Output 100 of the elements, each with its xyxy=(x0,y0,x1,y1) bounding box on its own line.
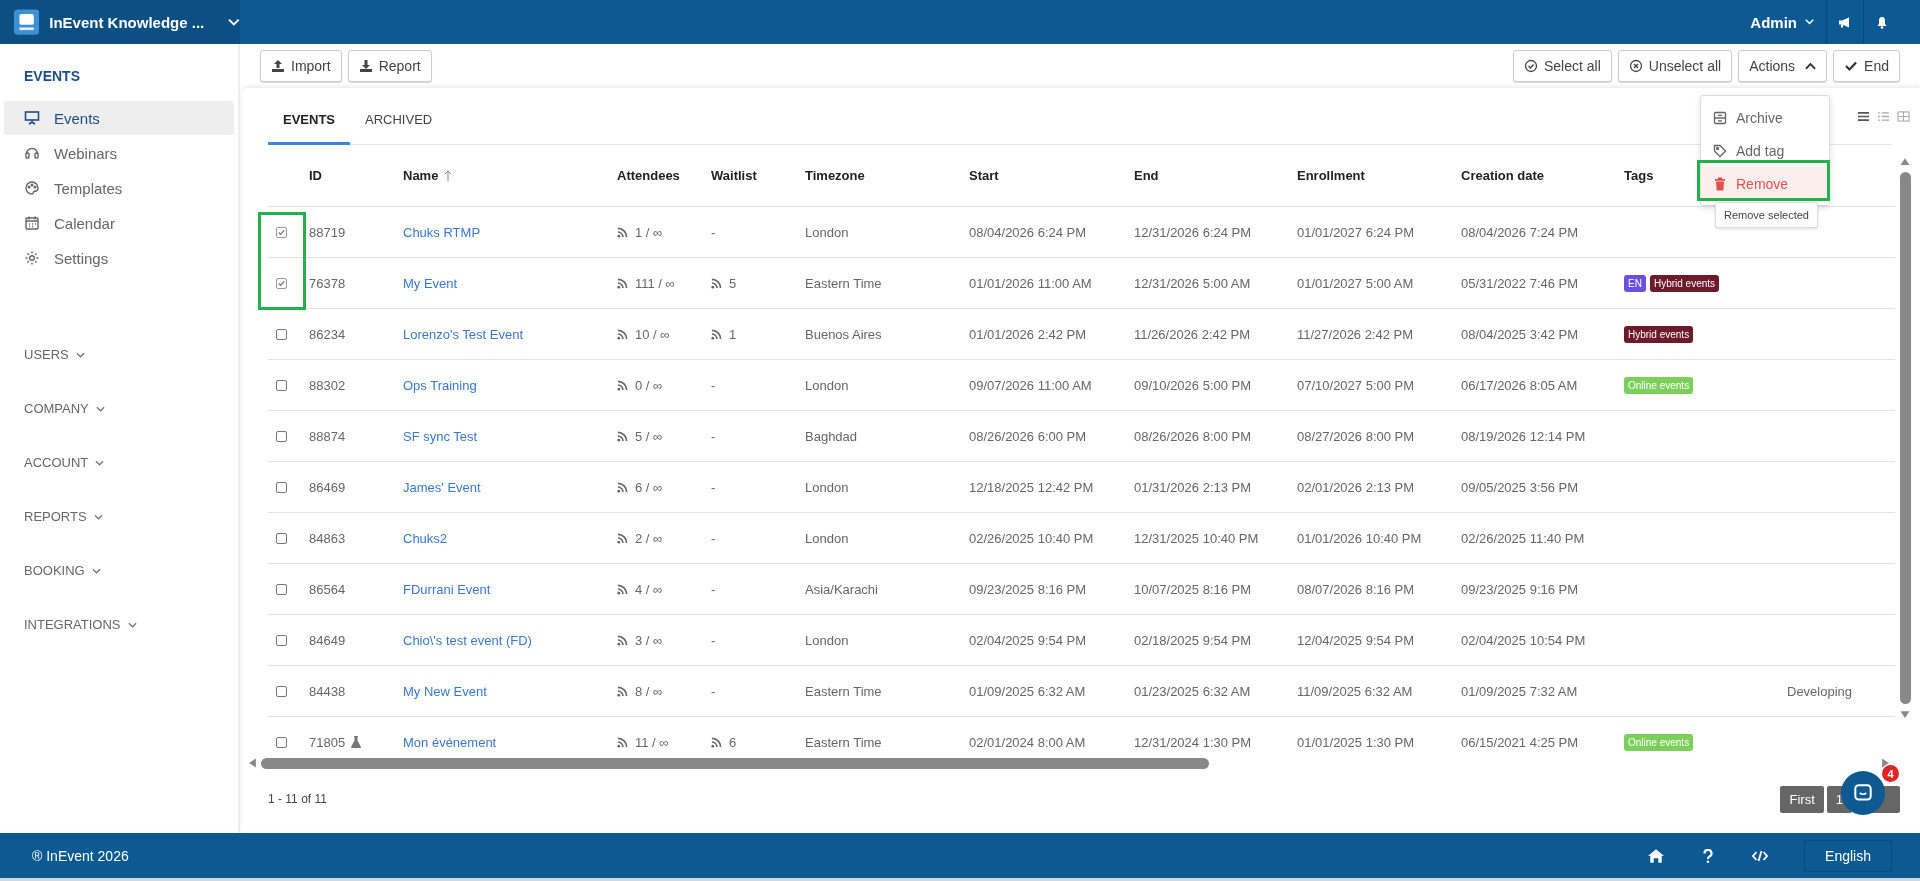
event-name-link[interactable]: SF sync Test xyxy=(403,428,478,444)
row-checkbox[interactable] xyxy=(276,634,287,646)
code-icon[interactable] xyxy=(1752,848,1769,863)
scroll-left-icon[interactable] xyxy=(248,757,257,769)
chevron-down-icon[interactable] xyxy=(95,405,105,412)
sort-arrow-icon[interactable] xyxy=(444,169,453,182)
scroll-right-icon[interactable] xyxy=(1881,757,1890,769)
event-name-link[interactable]: My New Event xyxy=(403,683,487,699)
column-header[interactable]: Waitlist xyxy=(711,168,757,183)
event-name-link[interactable]: Chuks RTMP xyxy=(403,224,481,240)
chevron-up-icon[interactable] xyxy=(1805,62,1817,70)
end-date: 02/18/2025 9:54 PM xyxy=(1134,632,1252,648)
event-name-link[interactable]: Ops Training xyxy=(403,377,477,393)
sidebar-section[interactable]: COMPANY xyxy=(24,400,105,417)
event-id: 88719 xyxy=(309,224,346,240)
chevron-down-icon[interactable] xyxy=(95,459,105,466)
chevron-down-icon[interactable] xyxy=(93,513,103,520)
menu-item[interactable]: Add tag xyxy=(1701,134,1829,167)
sidebar-item[interactable]: Calendar xyxy=(4,206,234,240)
event-name-link[interactable]: Chio\'s test event (FD) xyxy=(403,632,532,648)
column-header[interactable]: Attendees xyxy=(617,168,680,183)
menu-item[interactable]: Remove xyxy=(1701,167,1829,200)
tag-icon[interactable] xyxy=(1713,143,1727,158)
column-header[interactable]: Name xyxy=(403,168,439,183)
feed-icon xyxy=(617,430,628,442)
bell-icon[interactable] xyxy=(1875,15,1889,29)
sidebar-item[interactable]: Templates xyxy=(4,171,234,205)
column-header[interactable]: ID xyxy=(309,168,322,183)
event-name-link[interactable]: Mon événement xyxy=(403,734,497,750)
event-name-link[interactable]: FDurrani Event xyxy=(403,581,491,597)
timezone: Eastern Time xyxy=(805,734,882,750)
column-header[interactable]: Enrollment xyxy=(1297,168,1365,183)
list-view-icon[interactable] xyxy=(1857,111,1870,122)
row-checkbox[interactable] xyxy=(276,481,287,493)
creation-date: 06/17/2026 8:05 AM xyxy=(1461,377,1578,393)
report-button[interactable]: Report xyxy=(347,50,432,82)
row-checkbox[interactable] xyxy=(276,328,287,340)
select-all-button[interactable]: Select all xyxy=(1512,50,1612,82)
home-icon[interactable] xyxy=(1648,848,1665,863)
chat-launcher-popup[interactable] xyxy=(1841,771,1885,815)
row-checkbox[interactable] xyxy=(276,736,287,748)
column-header[interactable]: End xyxy=(1134,168,1159,183)
column-header[interactable]: Timezone xyxy=(805,168,865,183)
palette-icon[interactable] xyxy=(24,180,40,196)
menu-item[interactable]: Archive xyxy=(1701,101,1829,134)
detailed-list-icon[interactable] xyxy=(1877,111,1890,122)
trash-icon[interactable] xyxy=(1713,176,1727,191)
column-header[interactable]: Tags xyxy=(1624,168,1654,183)
column-header[interactable]: Creation date xyxy=(1461,168,1545,183)
sidebar-section[interactable]: ACCOUNT xyxy=(24,454,105,471)
first-page-button[interactable]: First xyxy=(1780,785,1824,813)
upload-icon[interactable] xyxy=(271,59,285,73)
tab[interactable]: ARCHIVED xyxy=(350,112,448,145)
column-header[interactable]: Start xyxy=(969,168,999,183)
user-menu[interactable]: Admin xyxy=(1738,13,1826,31)
scroll-down-icon[interactable] xyxy=(1899,710,1911,719)
event-name-link[interactable]: James' Event xyxy=(403,479,481,495)
row-checkbox[interactable] xyxy=(276,583,287,595)
event-name-link[interactable]: My Event xyxy=(403,275,458,291)
sidebar-section[interactable]: INTEGRATIONS xyxy=(24,616,137,633)
check-circle-icon[interactable] xyxy=(1523,59,1538,73)
row-checkbox[interactable] xyxy=(276,226,287,238)
settings-icon[interactable] xyxy=(24,250,40,266)
megaphone-icon[interactable] xyxy=(1838,15,1852,29)
row-checkbox[interactable] xyxy=(276,685,287,697)
sidebar-section[interactable]: REPORTS xyxy=(24,508,103,525)
unselect-all-button[interactable]: Unselect all xyxy=(1617,50,1733,82)
calendar-icon[interactable] xyxy=(24,215,40,231)
row-checkbox[interactable] xyxy=(276,532,287,544)
end-button[interactable]: End xyxy=(1833,50,1900,82)
attendee-count: 10 / ∞ xyxy=(635,326,670,342)
timezone: Baghdad xyxy=(805,428,858,444)
sidebar-item[interactable]: Webinars xyxy=(4,136,234,170)
tab[interactable]: EVENTS xyxy=(268,112,350,145)
actions-button[interactable]: Actions xyxy=(1738,50,1828,82)
chevron-down-icon[interactable] xyxy=(127,621,137,628)
chat-icon[interactable] xyxy=(1852,782,1874,804)
grid-view-icon[interactable] xyxy=(1897,111,1910,122)
archive-box-icon[interactable] xyxy=(1713,110,1727,125)
sidebar-section[interactable]: BOOKING xyxy=(24,562,101,579)
row-checkbox[interactable] xyxy=(276,430,287,442)
chevron-down-icon[interactable] xyxy=(75,351,85,358)
chevron-down-icon[interactable] xyxy=(91,567,101,574)
sidebar-item[interactable]: Events xyxy=(4,101,234,135)
event-name-link[interactable]: Lorenzo's Test Event xyxy=(403,326,524,342)
horizontal-scrollbar[interactable] xyxy=(248,755,1890,771)
scroll-up-icon[interactable] xyxy=(1899,157,1911,166)
row-checkbox[interactable] xyxy=(276,277,287,289)
x-circle-icon[interactable] xyxy=(1628,59,1643,73)
import-button[interactable]: Import xyxy=(260,50,342,82)
tooltip: Remove selected xyxy=(1715,202,1818,228)
download-icon[interactable] xyxy=(358,59,373,73)
sidebar-item[interactable]: Settings xyxy=(4,241,234,275)
monitor-icon[interactable] xyxy=(24,110,40,126)
row-checkbox[interactable] xyxy=(276,379,287,391)
event-name-link[interactable]: Chuks2 xyxy=(403,530,448,546)
headset-icon[interactable] xyxy=(24,145,40,161)
language-button[interactable]: English xyxy=(1804,839,1892,872)
checkmark-icon[interactable] xyxy=(1844,59,1859,73)
sidebar-section[interactable]: USERS xyxy=(24,346,85,363)
